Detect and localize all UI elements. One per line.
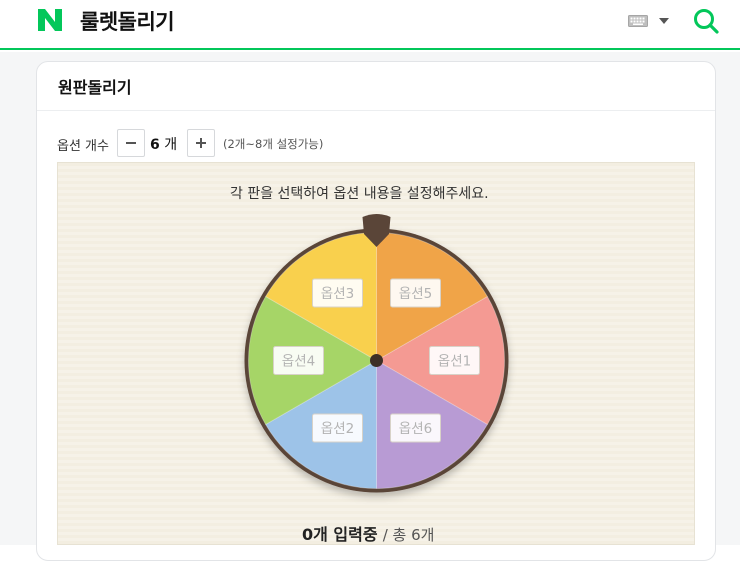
slice-label: 옵션6	[399, 421, 432, 437]
slice-label: 옵션4	[282, 354, 315, 370]
site-title[interactable]: 룰렛돌리기	[80, 6, 175, 36]
slice-label: 옵션1	[438, 354, 471, 370]
status-separator: /	[382, 526, 388, 544]
option-range-hint: (2개~8개 설정가능)	[223, 137, 324, 151]
divider	[37, 110, 715, 111]
instruction-text: 각 판을 선택하여 옵션 내용을 설정해주세요.	[230, 186, 489, 202]
option-count-label: 옵션 개수	[57, 139, 109, 154]
option-count-number: 6	[150, 137, 160, 153]
naver-logo-icon[interactable]	[38, 9, 62, 31]
option-count-unit: 개	[164, 137, 178, 153]
chevron-down-icon[interactable]	[659, 18, 669, 24]
status-total: 총 6개	[392, 526, 435, 544]
search-icon[interactable]	[693, 8, 719, 34]
keyboard-icon[interactable]	[628, 15, 648, 27]
slice-label: 옵션3	[321, 286, 354, 302]
wheel-center-pin	[370, 354, 383, 367]
option-count-value: 6 개	[150, 134, 177, 154]
increase-option-button[interactable]	[187, 129, 215, 157]
roulette-wheel[interactable]: 옵션1 옵션6 옵션2 옵션4 옵션3 옵션5	[243, 212, 510, 493]
input-status: 0개 입력중 / 총 6개	[302, 521, 434, 545]
status-count: 0개 입력중	[302, 525, 378, 544]
slice-label: 옵션2	[321, 421, 354, 437]
card-title: 원판돌리기	[58, 78, 132, 97]
decrease-option-button[interactable]	[117, 129, 145, 157]
top-bar: 룰렛돌리기	[0, 0, 740, 50]
slice-label: 옵션5	[399, 286, 432, 302]
